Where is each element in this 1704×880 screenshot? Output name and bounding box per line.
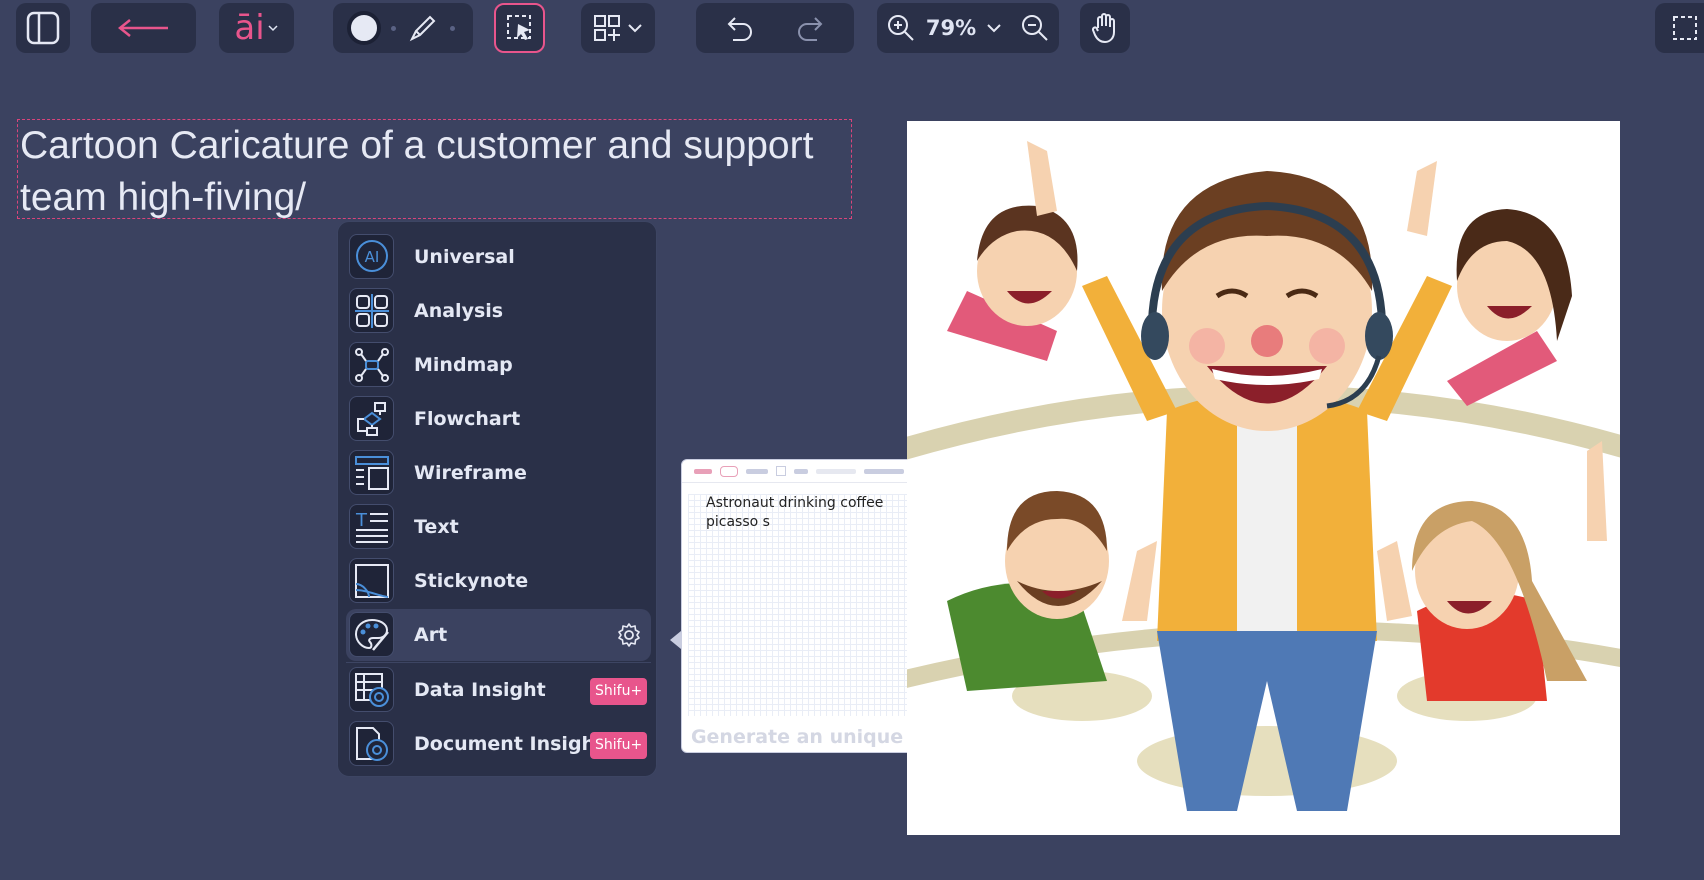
mini-tool-placeholder (746, 468, 768, 474)
ai-mode-menu: AI Universal Analysis Mindmap Flowchart … (337, 221, 657, 777)
generated-art-image[interactable] (907, 121, 1620, 835)
menu-item-label: Mindmap (414, 354, 513, 376)
redo-icon[interactable] (795, 14, 827, 42)
frame-select-icon (1673, 16, 1697, 40)
menu-item-label: Flowchart (414, 408, 521, 430)
mini-ai-button (720, 465, 738, 477)
menu-divider (346, 662, 651, 663)
shifu-plus-badge: Shifu+ (590, 732, 648, 759)
menu-item-text[interactable]: T Text (346, 501, 651, 553)
color-picker-button[interactable] (347, 11, 381, 45)
menu-item-label: Document Insight (414, 733, 605, 755)
menu-item-label: Art (414, 624, 448, 646)
zoom-in-icon[interactable] (886, 13, 916, 43)
history-group (696, 3, 854, 53)
back-button[interactable] (91, 3, 196, 53)
sidebar-toggle-icon (26, 11, 60, 45)
menu-item-label: Data Insight (414, 679, 546, 701)
chevron-down-icon (268, 25, 278, 32)
menu-item-label: Analysis (414, 300, 504, 322)
shifu-plus-badge: Shifu+ (590, 678, 648, 705)
selection-cursor-icon (506, 15, 531, 40)
mindmap-icon (349, 342, 394, 387)
menu-item-art[interactable]: Art (346, 609, 651, 661)
menu-item-label: Text (414, 516, 459, 538)
pen-icon[interactable] (406, 11, 440, 45)
popup-pointer (670, 631, 681, 649)
mini-tool-placeholder (776, 466, 786, 476)
canvas-prompt-text[interactable]: Cartoon Caricature of a customer and sup… (17, 119, 852, 219)
menu-item-label: Wireframe (414, 462, 527, 484)
data-insight-icon (349, 667, 394, 712)
flowchart-icon (349, 396, 394, 441)
insert-shapes-button[interactable] (581, 3, 655, 53)
mini-tool-placeholder (794, 468, 808, 474)
menu-item-label: Universal (414, 246, 515, 268)
text-icon: T (349, 504, 394, 549)
mini-logo (694, 468, 712, 474)
zoom-out-icon[interactable] (1020, 13, 1050, 43)
select-tool-button[interactable] (494, 3, 545, 53)
grid-icon (349, 288, 394, 333)
menu-item-analysis[interactable]: Analysis (346, 285, 651, 337)
menu-item-label: Stickynote (414, 570, 529, 592)
separator-dot (450, 25, 455, 31)
menu-item-wireframe[interactable]: Wireframe (346, 447, 651, 499)
hand-icon (1091, 13, 1115, 43)
sidebar-toggle-button[interactable] (16, 3, 70, 53)
palette-icon (349, 612, 394, 657)
svg-text:AI: AI (364, 248, 379, 266)
undo-icon[interactable] (723, 14, 755, 42)
menu-item-flowchart[interactable]: Flowchart (346, 393, 651, 445)
menu-item-data-insight[interactable]: Data Insight Shifu+ (346, 664, 651, 716)
ai-logo: āi (234, 8, 265, 48)
menu-item-stickynote[interactable]: Stickynote (346, 555, 651, 607)
mini-tool-placeholder (816, 468, 856, 474)
art-prompt-input[interactable]: Astronaut drinking coffee picasso s (706, 494, 926, 532)
draw-tools-group (333, 3, 473, 53)
menu-item-document-insight[interactable]: Document Insight Shifu+ (346, 718, 651, 770)
wireframe-icon (349, 450, 394, 495)
cartoon-high-five-illustration (907, 141, 1620, 811)
separator-dot (391, 25, 396, 31)
menu-item-mindmap[interactable]: Mindmap (346, 339, 651, 391)
svg-text:T: T (355, 510, 368, 531)
stickynote-icon (349, 558, 394, 603)
ai-menu-button[interactable]: āi (219, 3, 294, 53)
chevron-down-icon (628, 24, 642, 33)
menu-item-universal[interactable]: AI Universal (346, 231, 651, 283)
shapes-grid-icon (594, 15, 620, 41)
document-insight-icon (349, 721, 394, 766)
frame-select-button[interactable] (1655, 3, 1704, 53)
back-arrow-icon (117, 19, 168, 37)
pan-tool-button[interactable] (1080, 3, 1130, 53)
zoom-group: 79% (877, 3, 1059, 53)
chevron-down-icon[interactable] (986, 22, 1002, 34)
gear-icon[interactable] (616, 622, 642, 648)
zoom-level[interactable]: 79% (926, 16, 976, 40)
mini-tool-placeholder (864, 468, 904, 474)
ai-chat-icon: AI (349, 234, 394, 279)
